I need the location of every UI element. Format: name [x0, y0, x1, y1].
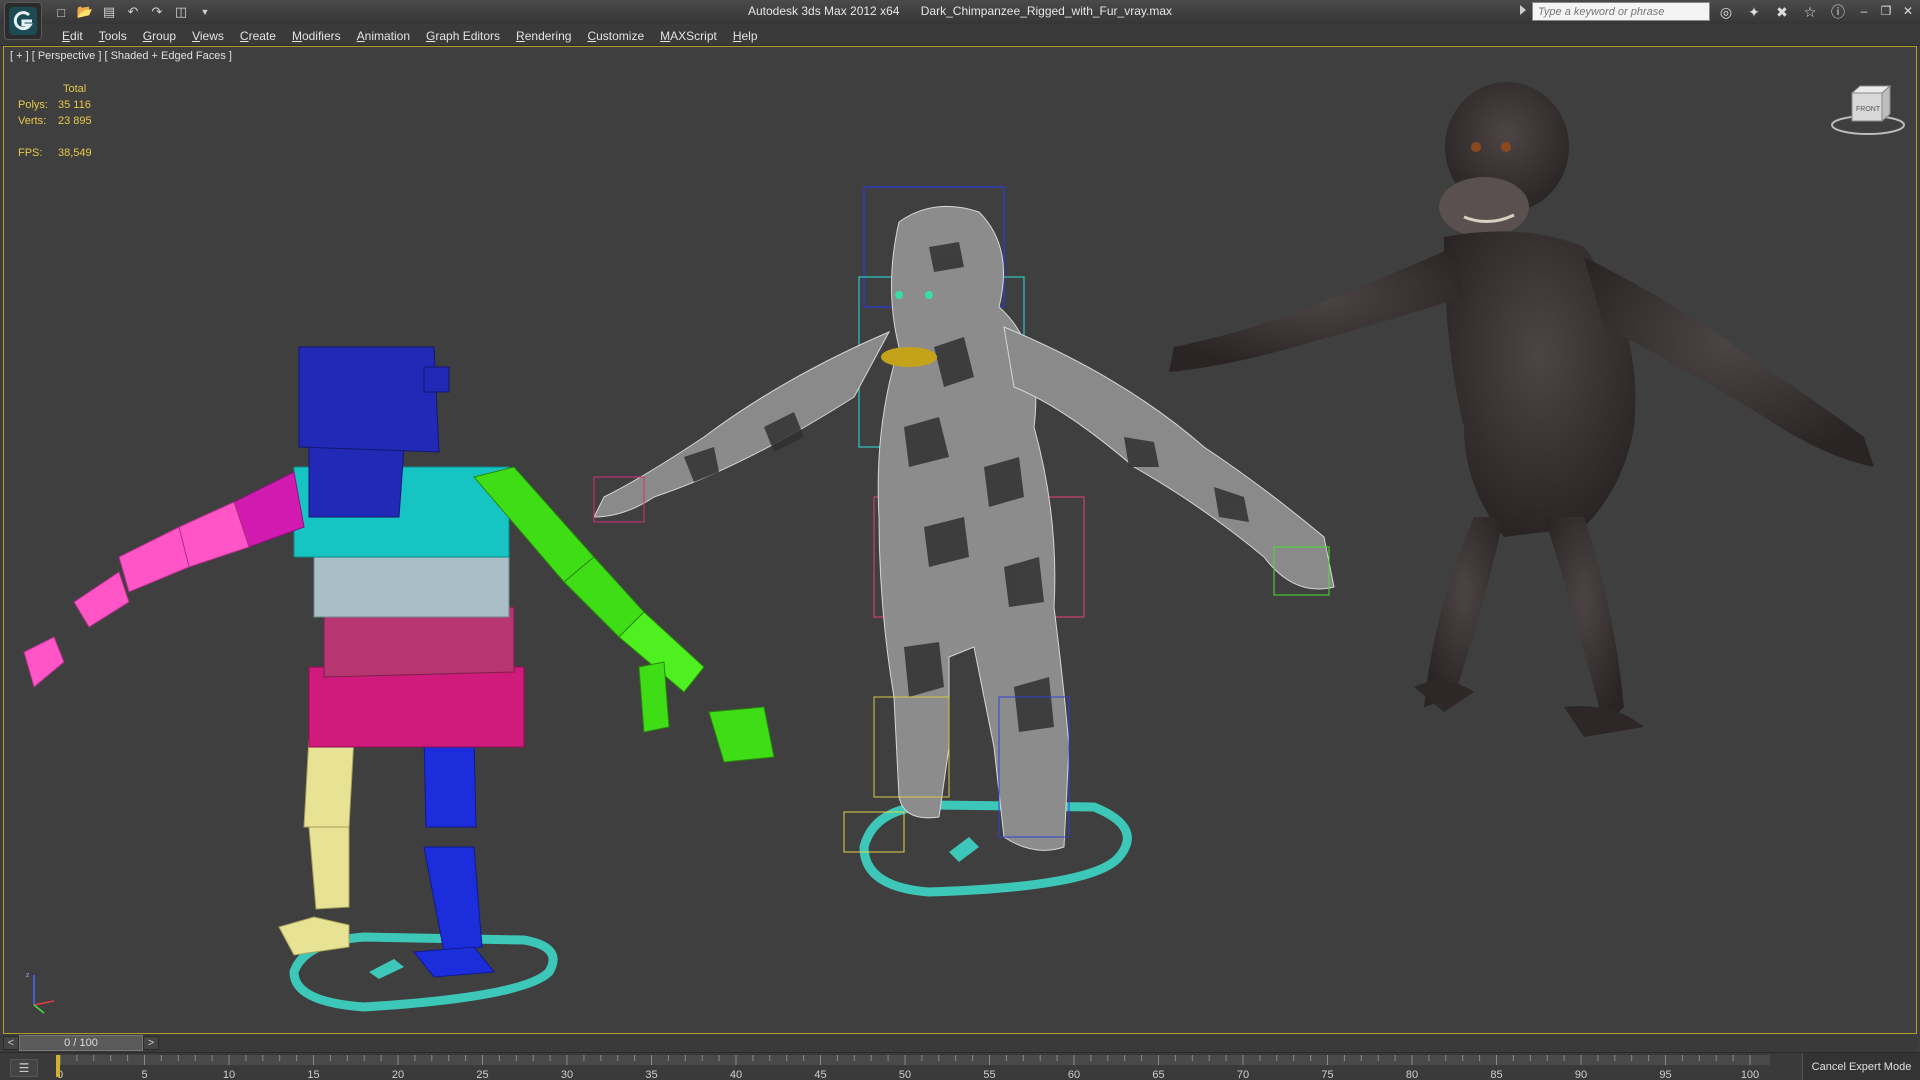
- open-file-icon[interactable]: 📂: [76, 3, 94, 21]
- app-menu-button[interactable]: [4, 2, 42, 40]
- menu-animation[interactable]: Animation: [349, 27, 418, 45]
- viewport-label[interactable]: [ + ] [ Perspective ] [ Shaded + Edged F…: [10, 50, 232, 62]
- time-slider[interactable]: < 0 / 100 >: [3, 1034, 1917, 1052]
- redo-icon[interactable]: ↷: [148, 3, 166, 21]
- verts-label: Verts:: [18, 115, 47, 127]
- trackbar-tick-label: 70: [1237, 1069, 1249, 1080]
- trackbar-tick-label: 5: [141, 1069, 147, 1080]
- trackbar-tick-label: 75: [1321, 1069, 1333, 1080]
- menu-views[interactable]: Views: [184, 27, 232, 45]
- chevron-down-icon[interactable]: ▼: [196, 3, 214, 21]
- binoculars-icon[interactable]: ◎: [1716, 2, 1736, 22]
- trackbar-tick-label: 65: [1152, 1069, 1164, 1080]
- trackbar-tick-label: 90: [1575, 1069, 1587, 1080]
- trackbar-tick-label: 55: [983, 1069, 995, 1080]
- chimpanzee-rendered-model[interactable]: [1169, 82, 1874, 737]
- file-name: Dark_Chimpanzee_Rigged_with_Fur_vray.max: [920, 4, 1172, 18]
- trackbar[interactable]: 0510152025303540455055606570758085909510…: [56, 1053, 1770, 1080]
- current-frame-marker[interactable]: [56, 1055, 60, 1077]
- cancel-expert-mode-button[interactable]: Cancel Expert Mode: [1802, 1053, 1920, 1080]
- 3ds-max-logo-icon: [9, 7, 37, 35]
- save-icon[interactable]: ▤: [100, 3, 118, 21]
- menu-tools[interactable]: Tools: [91, 27, 135, 45]
- fps-label: FPS:: [18, 147, 43, 159]
- viewport-statistics: Total Polys: 35 116 Verts: 23 895 FPS: 3…: [18, 81, 92, 161]
- trackbar-tick-label: 35: [645, 1069, 657, 1080]
- chimpanzee-mesh-rig[interactable]: [593, 186, 1335, 897]
- help-icon[interactable]: ⓘ: [1828, 2, 1848, 22]
- quick-access-toolbar: □ 📂 ▤ ↶ ↷ ◫ ▼: [52, 3, 214, 21]
- title-bar: □ 📂 ▤ ↶ ↷ ◫ ▼ Autodesk 3ds Max 2012 x64 …: [0, 0, 1920, 40]
- trackbar-tick-label: 85: [1490, 1069, 1502, 1080]
- trackbar-tick-label: 60: [1068, 1069, 1080, 1080]
- search-input[interactable]: [1532, 2, 1710, 21]
- trackbar-tick-label: 15: [307, 1069, 319, 1080]
- polys-value: 35 116: [58, 99, 91, 111]
- menu-rendering[interactable]: Rendering: [508, 27, 579, 45]
- window-controls: – ❐ ✕: [1856, 2, 1916, 20]
- project-folder-icon[interactable]: ◫: [172, 3, 190, 21]
- stats-header: Total: [63, 83, 87, 95]
- trackbar-tick-label: 40: [730, 1069, 742, 1080]
- fps-value: 38,549: [58, 147, 92, 159]
- trackbar-tick-label: 10: [223, 1069, 235, 1080]
- menu-bar: Edit Tools Group Views Create Modifiers …: [0, 24, 1920, 46]
- menu-help[interactable]: Help: [725, 27, 766, 45]
- minimize-icon[interactable]: –: [1856, 2, 1872, 20]
- menu-customize[interactable]: Customize: [579, 27, 652, 45]
- time-slider-thumb[interactable]: 0 / 100: [19, 1035, 143, 1051]
- trackbar-tick-label: 95: [1659, 1069, 1671, 1080]
- restore-icon[interactable]: ❐: [1878, 2, 1894, 20]
- menu-edit[interactable]: Edit: [54, 27, 91, 45]
- info-center-toolbar: ◎ ✦ ✖ ☆ ⓘ: [1716, 2, 1848, 22]
- perspective-viewport[interactable]: [ + ] [ Perspective ] [ Shaded + Edged F…: [3, 46, 1917, 1034]
- verts-value: 23 895: [58, 115, 92, 127]
- trackbar-tick-label: 20: [392, 1069, 404, 1080]
- biped-rig-figure[interactable]: [23, 346, 775, 1012]
- app-name: Autodesk 3ds Max 2012 x64: [747, 4, 900, 18]
- scene-render[interactable]: [4, 47, 1917, 1034]
- trackbar-tick-label: 45: [814, 1069, 826, 1080]
- new-file-icon[interactable]: □: [52, 3, 70, 21]
- menu-maxscript[interactable]: MAXScript: [652, 27, 725, 45]
- favorites-icon[interactable]: ✖: [1772, 2, 1792, 22]
- mini-curve-editor-icon[interactable]: ☰: [10, 1059, 38, 1077]
- undo-icon[interactable]: ↶: [124, 3, 142, 21]
- bottom-bar: ☰ 05101520253035404550556065707580859095…: [0, 1052, 1920, 1080]
- svg-text:z: z: [26, 972, 30, 979]
- trackbar-tick-label: 100: [1741, 1069, 1759, 1080]
- menu-create[interactable]: Create: [232, 27, 284, 45]
- communication-center-icon[interactable]: ✦: [1744, 2, 1764, 22]
- menu-group[interactable]: Group: [135, 27, 184, 45]
- viewcube-icon[interactable]: FRONT: [1830, 81, 1906, 137]
- star-icon[interactable]: ☆: [1800, 2, 1820, 22]
- menu-graph-editors[interactable]: Graph Editors: [418, 27, 508, 45]
- close-icon[interactable]: ✕: [1900, 2, 1916, 20]
- search-expand-icon[interactable]: [1520, 5, 1526, 15]
- trackbar-tick-label: 50: [899, 1069, 911, 1080]
- time-slider-next-button[interactable]: >: [143, 1036, 159, 1050]
- menu-modifiers[interactable]: Modifiers: [284, 27, 349, 45]
- time-slider-prev-button[interactable]: <: [3, 1036, 19, 1050]
- trackbar-tick-label: 80: [1406, 1069, 1418, 1080]
- trackbar-tick-label: 25: [476, 1069, 488, 1080]
- axis-tripod-icon: z: [26, 972, 55, 1014]
- trackbar-tick-label: 30: [561, 1069, 573, 1080]
- viewcube-front-label: FRONT: [1856, 106, 1881, 113]
- polys-label: Polys:: [18, 99, 48, 111]
